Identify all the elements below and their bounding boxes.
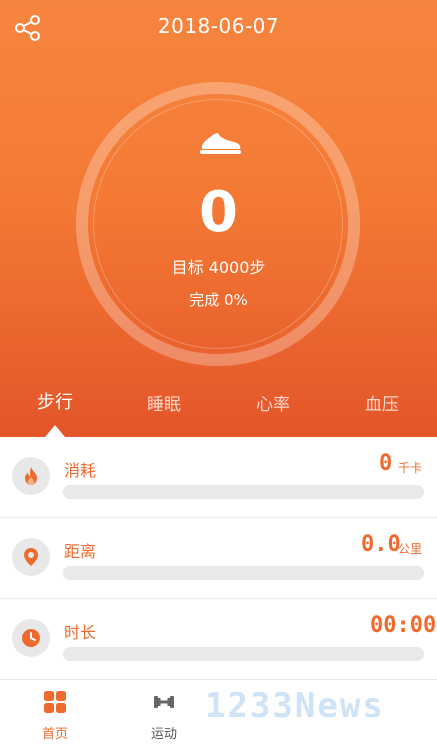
nav-item-home[interactable]: 首页 [0,680,110,748]
metric-icon-bg [12,619,50,657]
metric-value: 0 [379,451,393,476]
location-pin-icon [24,548,38,566]
metric-icon-bg [12,538,50,576]
tab-sleep[interactable]: 睡眠 [124,390,204,415]
step-count: 0 [199,180,238,245]
tab-heart-rate[interactable]: 心率 [233,390,313,415]
dumbbell-icon [154,696,174,708]
metric-label: 时长 [64,623,97,642]
metric-label: 消耗 [64,461,97,480]
metric-progress-bar [63,485,424,499]
nav-label-sport: 运动 [150,727,177,742]
active-tab-indicator [45,425,65,437]
clock-icon [22,629,40,647]
nav-item-sport[interactable]: 运动 [109,680,219,748]
date-title[interactable]: 2018-06-07 [0,14,437,38]
metric-row-duration[interactable]: 时长 00:00 [0,599,437,680]
step-goal: 目标 4000步 [171,258,266,277]
completion-percent: 完成 0% [189,291,248,309]
metric-label: 距离 [64,542,97,561]
metric-progress-bar [63,566,424,580]
metric-progress-bar [63,647,424,661]
tab-blood-pressure[interactable]: 血压 [342,390,422,415]
metric-unit: 千卡 [398,461,423,475]
watermark-logo: 1233News [205,686,385,726]
shoe-icon [200,133,241,154]
tab-walking[interactable]: 步行 [15,388,95,414]
home-grid-icon [44,691,66,713]
metric-unit: 公里 [398,542,423,556]
metric-value: 0.0 [361,532,401,557]
flame-icon [25,467,37,485]
metric-row-distance[interactable]: 距离 0.0 公里 [0,518,437,599]
metric-icon-bg [12,457,50,495]
hero-panel: 2018-06-07 0 目标 4000步 完成 0% 步行 睡眠 心率 血压 [0,0,437,437]
category-tabs: 步行 睡眠 心率 血压 [0,388,437,437]
metric-value: 00:00 [370,613,437,638]
metric-row-calories[interactable]: 消耗 0 千卡 [0,437,437,518]
nav-label-home: 首页 [41,727,68,742]
